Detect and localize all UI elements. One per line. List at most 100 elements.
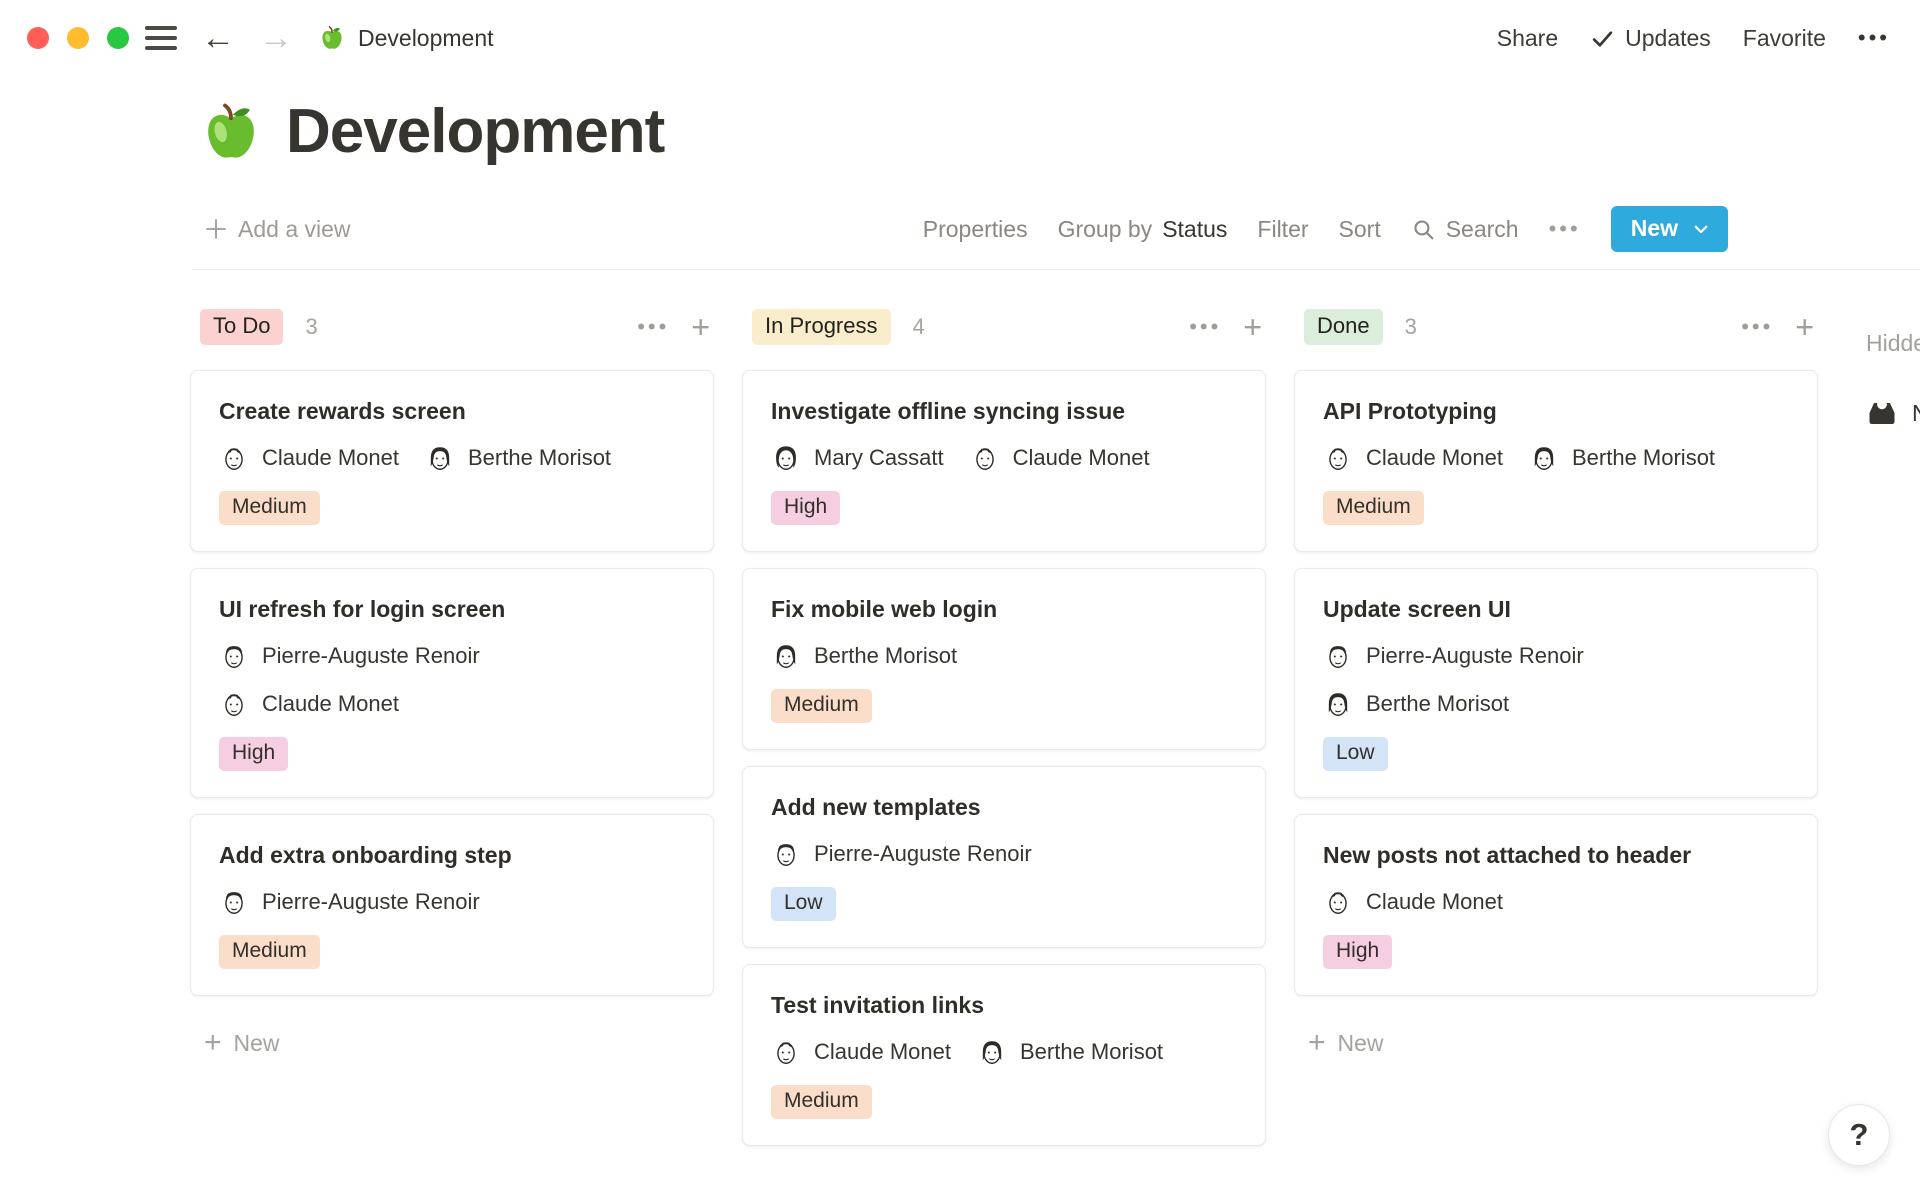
forward-arrow-icon[interactable]: → <box>259 21 293 55</box>
assignee: Berthe Morisot <box>1323 689 1509 719</box>
column-add-button[interactable]: + <box>691 311 710 343</box>
inbox-icon <box>1866 397 1898 429</box>
assignee: Pierre-Auguste Renoir <box>219 887 480 917</box>
group-by-button[interactable]: Group by Status <box>1058 216 1228 243</box>
breadcrumb-title: Development <box>358 25 494 52</box>
column-header: Done 3 ••• + <box>1304 308 1814 346</box>
close-window-button[interactable] <box>27 27 49 49</box>
priority-tag: High <box>771 491 840 525</box>
assignee: Claude Monet <box>219 443 399 473</box>
page-title-apple-icon[interactable] <box>200 101 262 163</box>
new-card-button[interactable]: + New <box>204 1028 714 1058</box>
filter-button[interactable]: Filter <box>1257 216 1308 243</box>
column-more-button[interactable]: ••• <box>1741 314 1773 340</box>
priority-tag: Medium <box>219 491 320 525</box>
assignee: Pierre-Auguste Renoir <box>1323 641 1584 671</box>
priority-tag: Medium <box>1323 491 1424 525</box>
monet-avatar <box>1323 887 1353 917</box>
column-add-button[interactable]: + <box>1243 311 1262 343</box>
window-controls <box>27 27 129 49</box>
renoir-avatar <box>1323 641 1353 671</box>
board: To Do 3 ••• + Create rewards screen Clau… <box>190 308 1920 1146</box>
card[interactable]: API Prototyping Claude Monet Berthe Mori… <box>1294 370 1818 552</box>
view-toolbar: Add a view Properties Group by Status Fi… <box>204 205 1728 253</box>
card[interactable]: Update screen UI Pierre-Auguste Renoir B… <box>1294 568 1818 798</box>
card[interactable]: Create rewards screen Claude Monet Berth… <box>190 370 714 552</box>
card[interactable]: UI refresh for login screen Pierre-Augus… <box>190 568 714 798</box>
plus-icon: + <box>204 1028 222 1058</box>
card[interactable]: Test invitation links Claude Monet Berth… <box>742 964 1266 1146</box>
card[interactable]: New posts not attached to header Claude … <box>1294 814 1818 996</box>
assignee-name: Berthe Morisot <box>1572 445 1715 471</box>
assignee-name: Claude Monet <box>814 1039 951 1065</box>
assignee-list: Claude Monet <box>1323 887 1789 917</box>
plus-icon: + <box>1308 1028 1326 1058</box>
page-apple-icon <box>319 25 345 51</box>
board-column-to-do: To Do 3 ••• + Create rewards screen Clau… <box>190 308 714 1058</box>
properties-button[interactable]: Properties <box>923 216 1028 243</box>
zoom-window-button[interactable] <box>107 27 129 49</box>
card-title: Create rewards screen <box>219 397 685 425</box>
favorite-button[interactable]: Favorite <box>1743 25 1826 52</box>
assignee-name: Pierre-Auguste Renoir <box>814 841 1032 867</box>
assignee-name: Mary Cassatt <box>814 445 944 471</box>
renoir-avatar <box>219 641 249 671</box>
morisot-avatar <box>425 443 455 473</box>
column-more-button[interactable]: ••• <box>637 314 669 340</box>
assignee-name: Pierre-Auguste Renoir <box>262 889 480 915</box>
renoir-avatar <box>219 887 249 917</box>
toolbar-more-button[interactable]: ••• <box>1549 216 1581 242</box>
minimize-window-button[interactable] <box>67 27 89 49</box>
assignee: Claude Monet <box>970 443 1150 473</box>
priority-tag: Medium <box>771 1085 872 1119</box>
priority-tag: Low <box>771 887 836 921</box>
sort-button[interactable]: Sort <box>1339 216 1381 243</box>
card[interactable]: Investigate offline syncing issue Mary C… <box>742 370 1266 552</box>
chevron-down-icon <box>1692 220 1710 238</box>
card-title: Fix mobile web login <box>771 595 1237 623</box>
card[interactable]: Fix mobile web login Berthe Morisot Medi… <box>742 568 1266 750</box>
share-button[interactable]: Share <box>1497 25 1558 52</box>
assignee-name: Claude Monet <box>1013 445 1150 471</box>
card-title: New posts not attached to header <box>1323 841 1789 869</box>
priority-tag: Low <box>1323 737 1388 771</box>
card-title: Investigate offline syncing issue <box>771 397 1237 425</box>
back-arrow-icon[interactable]: ← <box>201 21 235 55</box>
card[interactable]: Add extra onboarding step Pierre-Auguste… <box>190 814 714 996</box>
plus-icon <box>204 217 228 241</box>
page-title[interactable]: Development <box>286 96 664 167</box>
priority-tag: Medium <box>771 689 872 723</box>
assignee-name: Claude Monet <box>262 691 399 717</box>
breadcrumb[interactable]: Development <box>319 25 494 52</box>
assignee-list: Claude Monet Berthe Morisot <box>219 443 685 473</box>
monet-avatar <box>970 443 1000 473</box>
new-card-button[interactable]: + New <box>1308 1028 1818 1058</box>
search-button[interactable]: Search <box>1411 216 1519 243</box>
assignee: Claude Monet <box>219 689 399 719</box>
add-view-button[interactable]: Add a view <box>204 216 351 243</box>
card-title: Update screen UI <box>1323 595 1789 623</box>
hidden-group-no-status[interactable]: No Status <box>1866 397 1920 429</box>
column-add-button[interactable]: + <box>1795 311 1814 343</box>
assignee: Berthe Morisot <box>1529 443 1715 473</box>
assignee-name: Claude Monet <box>1366 889 1503 915</box>
column-chip[interactable]: To Do <box>200 309 283 345</box>
monet-avatar <box>219 689 249 719</box>
sidebar-toggle-icon[interactable] <box>145 26 177 50</box>
column-chip[interactable]: In Progress <box>752 309 891 345</box>
assignee: Berthe Morisot <box>425 443 611 473</box>
card[interactable]: Add new templates Pierre-Auguste Renoir … <box>742 766 1266 948</box>
column-count: 3 <box>305 314 317 340</box>
morisot-avatar <box>977 1037 1007 1067</box>
topbar-more-button[interactable]: ••• <box>1858 25 1890 51</box>
cassatt-avatar <box>771 443 801 473</box>
help-button[interactable]: ? <box>1828 1104 1890 1166</box>
assignee-name: Berthe Morisot <box>1020 1039 1163 1065</box>
column-more-button[interactable]: ••• <box>1189 314 1221 340</box>
new-button[interactable]: New <box>1611 206 1728 252</box>
column-chip[interactable]: Done <box>1304 309 1383 345</box>
check-icon <box>1590 26 1615 51</box>
updates-button[interactable]: Updates <box>1590 25 1711 52</box>
renoir-avatar <box>771 839 801 869</box>
assignee: Pierre-Auguste Renoir <box>219 641 480 671</box>
